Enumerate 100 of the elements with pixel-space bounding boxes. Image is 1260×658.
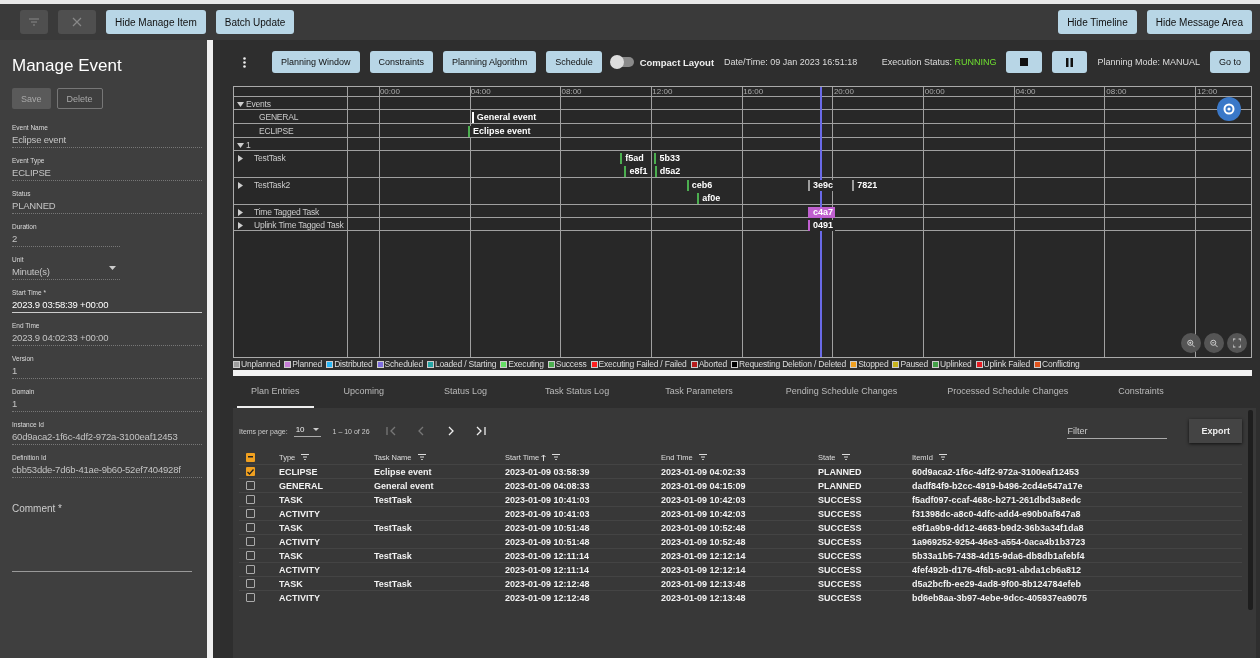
page-size-select[interactable]: 10 (293, 425, 321, 437)
row-label: Uplink Time Tagged Task (253, 220, 344, 230)
filter-icon[interactable] (417, 454, 426, 460)
tab[interactable]: Pending Schedule Changes (760, 376, 923, 408)
scrollbar[interactable] (1248, 410, 1253, 610)
time-label: 12:00 (1196, 87, 1218, 96)
zoom-out-button[interactable] (1204, 333, 1224, 353)
filter-icon[interactable] (301, 454, 310, 460)
export-button[interactable]: Export (1189, 419, 1242, 443)
dash-icon (248, 456, 253, 458)
time-label: 12:00 (651, 87, 673, 96)
caret-right-icon[interactable] (237, 182, 244, 189)
table-cell: 2023-01-09 10:42:03 (659, 492, 816, 506)
pause-button[interactable] (1052, 51, 1088, 73)
tab[interactable]: Processed Schedule Changes (922, 376, 1094, 408)
toolbar-button[interactable]: Schedule (546, 51, 602, 73)
caret-right-icon[interactable] (237, 155, 244, 162)
timeline-item[interactable]: c4a7 (808, 207, 836, 218)
timeline-item[interactable]: d5a2 (654, 166, 683, 177)
go-to-button[interactable]: Go to (1210, 51, 1250, 73)
row-checkbox[interactable] (246, 565, 255, 574)
filter-icon[interactable] (938, 454, 947, 460)
table-cell: Eclipse event (372, 464, 503, 478)
table-cell: TASK (277, 548, 372, 562)
execution-status: Execution Status: RUNNING (881, 57, 997, 67)
legend-label: Executing (508, 359, 544, 369)
timeline-item[interactable]: Eclipse event (468, 126, 533, 137)
tab[interactable]: Upcoming (313, 376, 415, 408)
row-checkbox[interactable] (246, 551, 255, 560)
timeline-item[interactable]: af0e (697, 193, 723, 204)
row-checkbox[interactable] (246, 495, 255, 504)
caret-down-icon[interactable] (237, 101, 244, 108)
legend-label: Success (555, 359, 587, 369)
filter-icon (29, 18, 39, 26)
target-button[interactable] (1217, 97, 1241, 121)
filter-icon[interactable] (698, 454, 707, 460)
caret-down-icon[interactable] (237, 142, 244, 149)
caret-right-icon[interactable] (237, 222, 244, 229)
table-cell: f31398dc-a8c0-4dfc-add4-e90b0af847a8 (910, 506, 1242, 520)
stop-icon (1020, 58, 1029, 66)
caret-right-icon[interactable] (237, 209, 244, 216)
row-label: Time Tagged Task (253, 207, 320, 217)
toolbar-button[interactable]: Planning Window (272, 51, 360, 73)
toolbar-button[interactable]: Hide Manage Item (106, 10, 206, 34)
table-cell: GENERAL (277, 478, 372, 492)
tab[interactable]: Status Log (414, 376, 518, 408)
timeline-item[interactable]: f5ad (620, 153, 646, 164)
more-icon[interactable] (243, 56, 246, 68)
filter-icon[interactable] (552, 454, 561, 460)
timeline-item[interactable]: 0491 (808, 220, 836, 231)
table-cell: TestTask (372, 576, 503, 590)
timeline-item[interactable]: 3e9c (808, 180, 836, 191)
row-checkbox[interactable] (246, 579, 255, 588)
tab[interactable]: Task Parameters (637, 376, 761, 408)
comment-field[interactable]: Comment * (12, 494, 192, 572)
tab[interactable]: Task Status Log (517, 376, 638, 408)
timeline-item[interactable]: 5b33 (654, 153, 682, 164)
row-checkbox[interactable] (246, 509, 255, 518)
legend-label: Requesting Deletion / Deleted (739, 359, 847, 369)
row-checkbox[interactable] (246, 523, 255, 532)
time-label: 00:00 (923, 87, 945, 96)
time-label: 08:00 (1105, 87, 1127, 96)
table-cell: SUCCESS (816, 562, 910, 576)
zoom-out-icon (1210, 337, 1218, 349)
fullscreen-button[interactable] (1227, 333, 1247, 353)
timeline-item[interactable]: 7821 (852, 180, 880, 191)
close-icon (72, 17, 82, 27)
table-cell: TestTask (372, 492, 503, 506)
row-checkbox[interactable] (246, 481, 255, 490)
legend-label: Distributed (334, 359, 373, 369)
time-label: 08:00 (560, 87, 582, 96)
table-cell: ACTIVITY (277, 506, 372, 520)
field-value: Eclipse event (12, 134, 66, 145)
sort-arrow-icon (541, 453, 547, 461)
stop-button[interactable] (1006, 51, 1043, 73)
filter-icon[interactable] (841, 454, 850, 460)
zoom-in-icon (1187, 337, 1195, 349)
toolbar-button[interactable]: Hide Timeline (1058, 10, 1137, 34)
row-checkbox[interactable] (246, 537, 255, 546)
tab[interactable]: Constraints (1093, 376, 1189, 408)
legend-label: Planned (292, 359, 323, 369)
filter-field[interactable]: Filter (1067, 423, 1168, 439)
row-checkbox[interactable] (246, 593, 255, 602)
table-cell: d5a2bcfb-ee29-4ad8-9f00-8b124784efeb (910, 576, 1242, 590)
toolbar-button[interactable]: Planning Algorithm (443, 51, 537, 73)
table-cell: SUCCESS (816, 520, 910, 534)
row-checkbox[interactable] (246, 467, 255, 476)
timeline-item[interactable]: ceb6 (686, 180, 715, 191)
select-all-checkbox[interactable] (246, 452, 255, 462)
timeline-item[interactable]: e8f1 (624, 166, 650, 177)
toolbar-button[interactable]: Batch Update (215, 10, 295, 34)
toolbar-button[interactable]: Hide Message Area (1146, 10, 1252, 34)
toggle-switch[interactable] (611, 57, 634, 67)
timeline-item[interactable]: General event (471, 112, 539, 123)
table-cell: ACTIVITY (277, 590, 372, 604)
toolbar-button[interactable]: Constraints (369, 51, 434, 73)
table-cell: 2023-01-09 04:15:09 (659, 478, 816, 492)
legend-label: Stopped (858, 359, 889, 369)
table-cell: f5adf097-ccaf-468c-b271-261dbd3a8edc (910, 492, 1242, 506)
zoom-in-button[interactable] (1181, 333, 1201, 353)
